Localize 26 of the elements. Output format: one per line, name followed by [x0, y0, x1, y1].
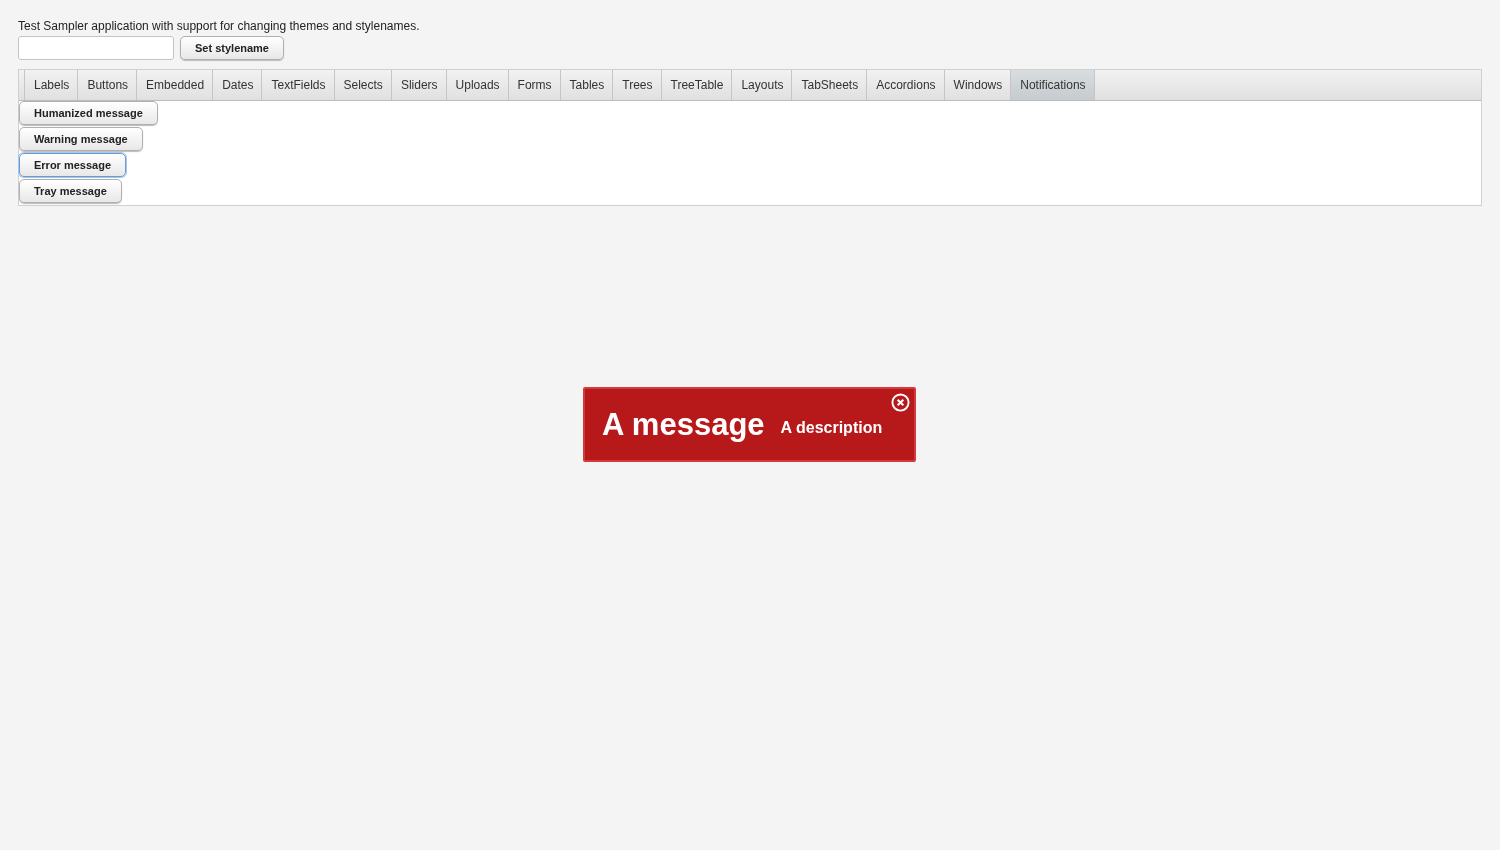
notification-description: A description — [780, 418, 883, 437]
tab[interactable]: Embedded — [137, 70, 214, 100]
message-button[interactable]: Error message — [19, 153, 127, 177]
message-button[interactable]: Humanized message — [19, 101, 158, 125]
tab[interactable]: Trees — [613, 70, 662, 100]
message-button[interactable]: Tray message — [19, 179, 122, 203]
tab[interactable]: Selects — [334, 70, 392, 100]
tab[interactable]: TreeTable — [661, 70, 733, 100]
tab[interactable]: TextFields — [262, 70, 335, 100]
tab[interactable]: Tables — [560, 70, 614, 100]
stylename-field[interactable] — [18, 36, 174, 60]
tab[interactable]: Layouts — [732, 70, 793, 100]
close-icon[interactable] — [891, 393, 910, 412]
tab[interactable]: TabSheets — [792, 70, 868, 100]
tab[interactable]: Uploads — [446, 70, 509, 100]
tab[interactable]: Accordions — [867, 70, 945, 100]
tab[interactable]: Notifications — [1011, 70, 1095, 100]
message-button[interactable]: Warning message — [19, 127, 143, 151]
tab[interactable]: Labels — [25, 70, 79, 100]
notification-caption: A message — [602, 406, 765, 443]
tab[interactable]: Dates — [213, 70, 263, 100]
tab[interactable]: Sliders — [391, 70, 447, 100]
tab[interactable]: Buttons — [78, 70, 138, 100]
set-stylename-button[interactable]: Set stylename — [180, 36, 284, 60]
tab[interactable]: Forms — [508, 70, 561, 100]
intro-text: Test Sampler application with support for changing themes and stylenames. — [18, 19, 421, 34]
